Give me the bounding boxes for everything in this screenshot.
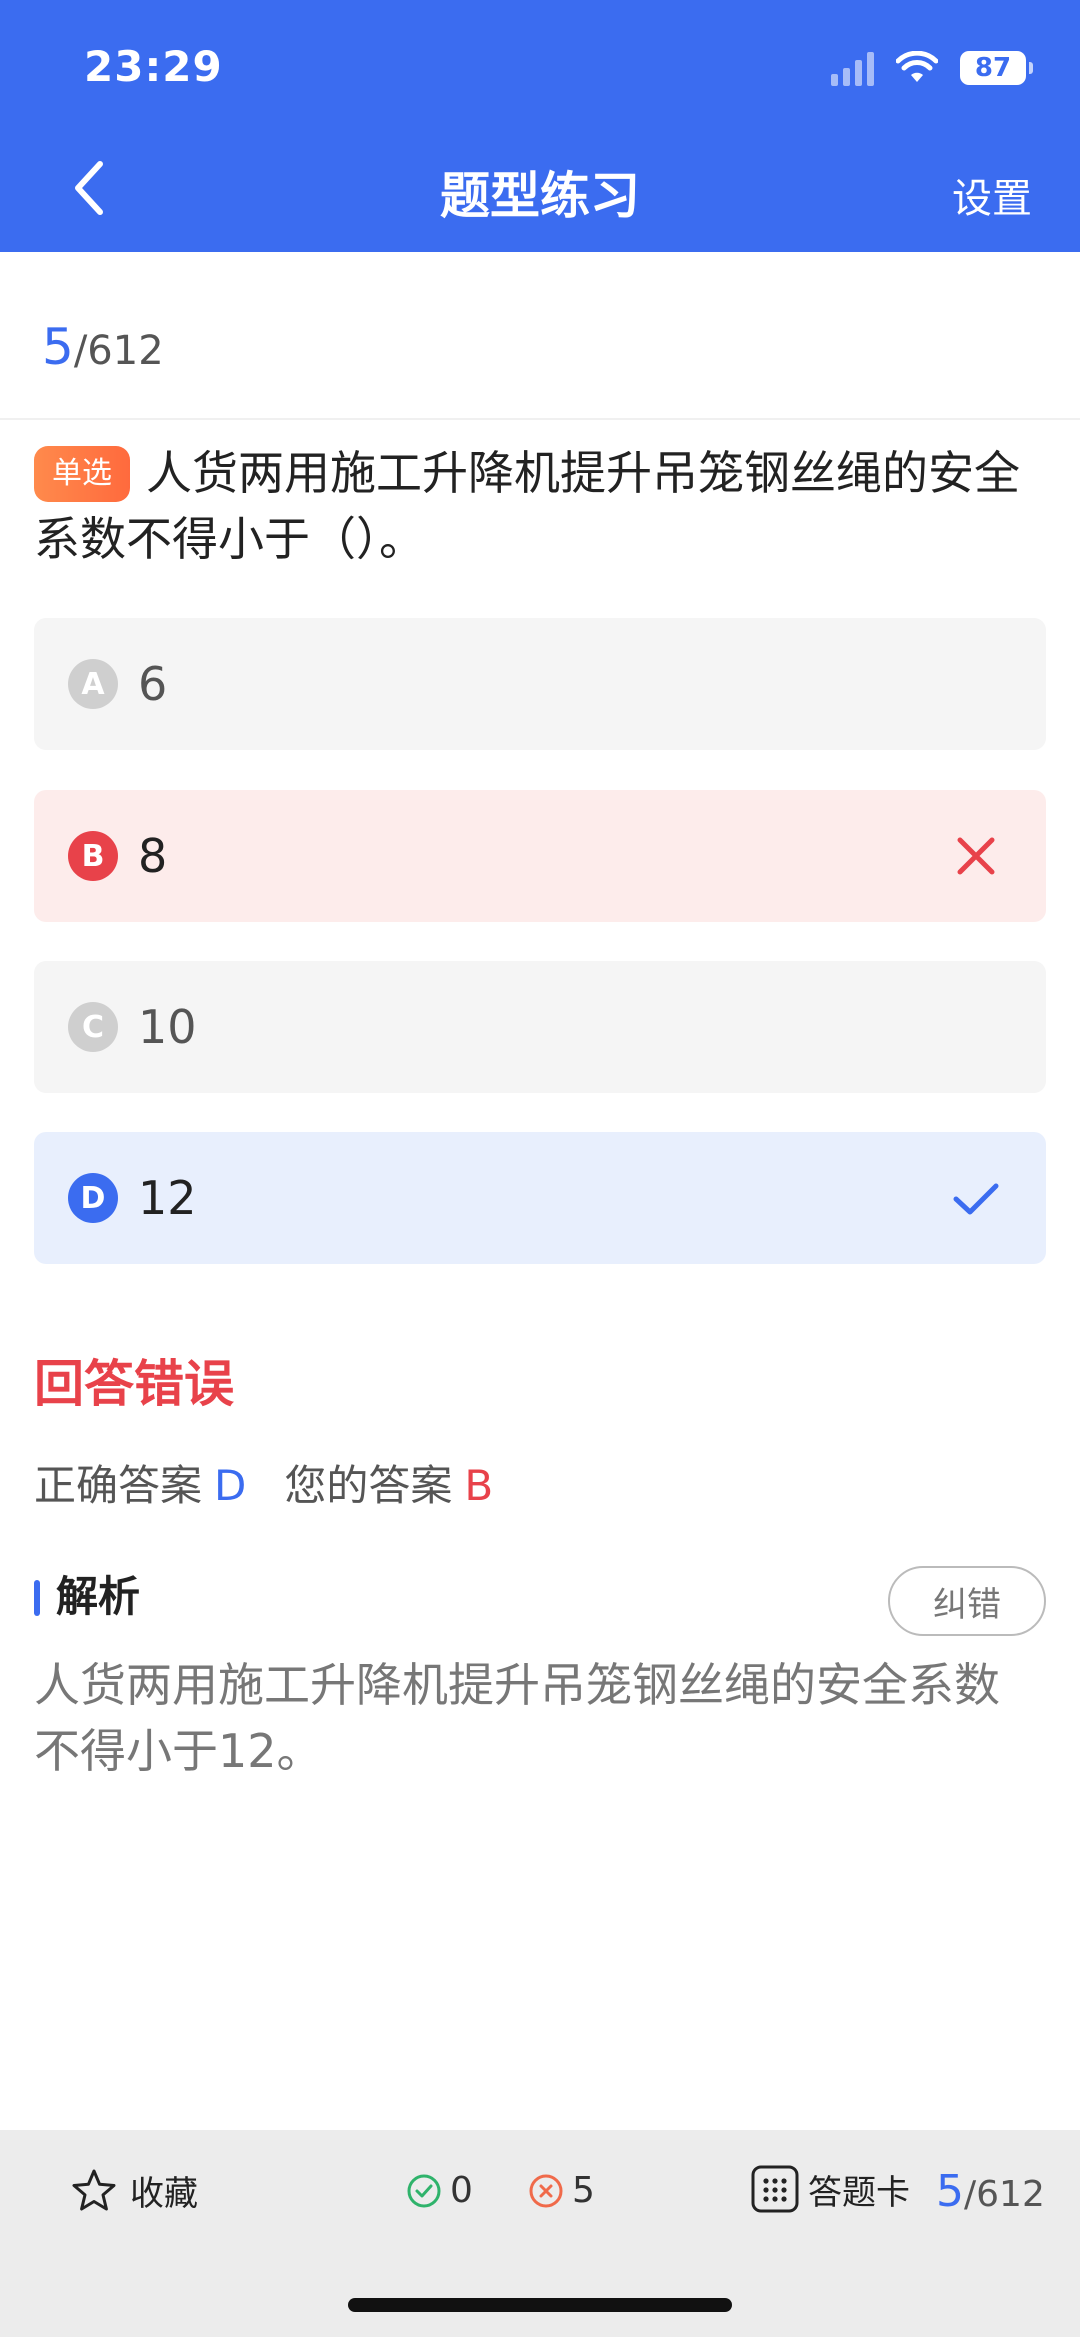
question-type-badge: 单选 [34,446,130,502]
favorite-label: 收藏 [130,2174,198,2214]
option-text: 6 [138,657,168,711]
bottom-total: /612 [964,2174,1045,2215]
option-text: 8 [138,829,168,883]
option-letter: D [68,1173,118,1223]
status-time: 23:29 [84,42,223,91]
wrong-count-value: 5 [572,2170,595,2211]
result-title: 回答错误 [34,1355,234,1413]
option-b[interactable]: B 8 [34,790,1046,922]
question-counter: 5/612 [42,318,164,376]
correct-count-value: 0 [450,2170,473,2211]
answer-summary: 正确答案 D 您的答案 B [34,1452,493,1513]
option-letter: A [68,659,118,709]
option-text: 10 [138,1000,197,1054]
correct-answer-value: D [214,1461,247,1510]
bottom-question-counter: 5/612 [936,2166,1045,2217]
check-circle-icon [407,2174,441,2207]
analysis-text: 人货两用施工升降机提升吊笼钢丝绳的安全系数不得小于12。 [34,1658,1000,1778]
wifi-icon [896,51,938,82]
option-d[interactable]: D 12 [34,1132,1046,1264]
answer-card-button[interactable]: 答题卡 [750,2164,910,2214]
question-text: 人货两用施工升降机提升吊笼钢丝绳的安全系数不得小于（）。 [34,446,1020,566]
option-letter: C [68,1002,118,1052]
check-icon [953,1183,999,1215]
battery-icon: 87 [960,51,1033,85]
option-c[interactable]: C 10 [34,961,1046,1093]
grid-icon [751,2165,799,2213]
favorite-button[interactable]: 收藏 [70,2166,198,2215]
divider [0,418,1080,420]
app-header: 23:29 87 题型练习 设置 [0,0,1080,252]
current-question-number: 5 [42,318,74,376]
analysis-title: 解析 [34,1572,140,1622]
correct-answer-label: 正确答案 [34,1461,203,1510]
signal-icon [831,50,874,86]
option-letter: B [68,831,118,881]
option-text: 12 [138,1171,197,1225]
correct-count: 0 [406,2170,473,2211]
x-circle-icon [529,2174,563,2207]
bottom-current-number: 5 [936,2166,964,2217]
home-indicator[interactable] [348,2298,732,2312]
question-stem: 单选 人货两用施工升降机提升吊笼钢丝绳的安全系数不得小于（）。 [34,440,1044,572]
option-a[interactable]: A 6 [34,618,1046,750]
your-answer-value: B [464,1461,494,1510]
settings-button[interactable]: 设置 [952,166,1032,224]
wrong-count: 5 [528,2170,595,2211]
answer-card-label: 答题卡 [808,2172,910,2213]
your-answer-label: 您的答案 [284,1461,453,1510]
star-icon [72,2169,116,2210]
report-error-button[interactable]: 纠错 [888,1566,1046,1636]
total-questions: /612 [73,328,164,374]
close-icon [957,837,995,875]
page-title: 题型练习 [440,167,640,225]
status-icons: 87 [831,48,1033,88]
